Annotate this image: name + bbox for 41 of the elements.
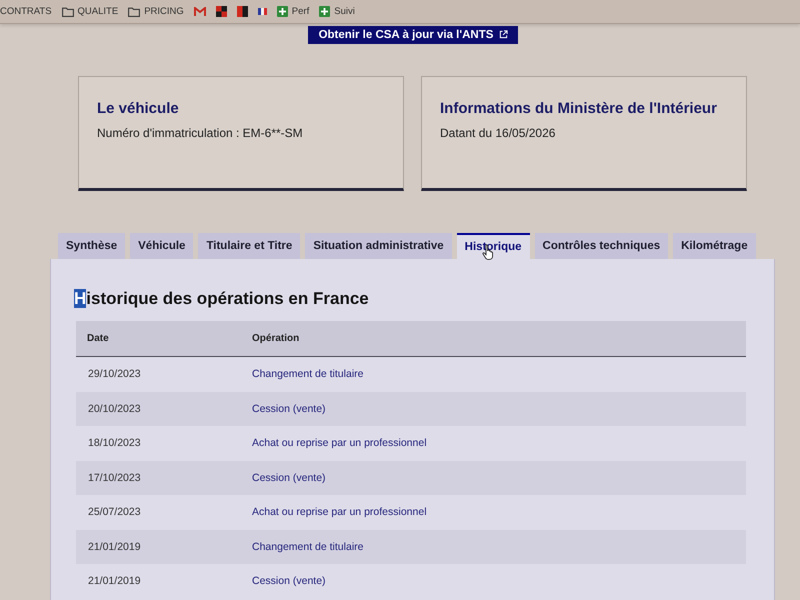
column-header: Opération <box>252 333 300 344</box>
tab[interactable]: Véhicule <box>130 233 194 259</box>
checker-icon[interactable] <box>216 6 227 17</box>
tab[interactable]: Titulaire et Titre <box>198 233 300 259</box>
bookmark-folder[interactable]: PRICING <box>128 6 184 17</box>
folder-icon <box>128 6 140 16</box>
bookmark-link[interactable]: Perf <box>276 6 310 17</box>
card-text: Datant du 16/05/2026 <box>440 125 556 141</box>
tab[interactable]: Synthèse <box>58 233 126 259</box>
two-tone-square-icon[interactable] <box>236 6 248 17</box>
date-cell-text: 25/07/2023 <box>87 506 142 518</box>
operation-cell-text: Cession (vente) <box>252 402 327 415</box>
bookmark-folder[interactable]: QUALITE <box>62 6 118 17</box>
card-text: Numéro d'immatriculation : EM-6**-SM <box>97 125 304 141</box>
operation-cell-text: Changement de titulaire <box>252 368 364 380</box>
m-icon[interactable] <box>194 7 206 16</box>
date-cell-text: 18/10/2023 <box>87 437 142 450</box>
bookmark-link[interactable]: Suivi <box>319 6 355 17</box>
csa-button[interactable]: Obtenir le CSA à jour via l'ANTS <box>308 26 518 44</box>
plus-icon <box>276 6 288 17</box>
card-title: Le véhicule <box>97 99 180 119</box>
card-title: Informations du Ministère de l'Intérieur <box>440 99 718 119</box>
operation-cell-text: Cession (vente) <box>252 472 327 484</box>
operation-cell-text: Achat ou reprise par un professionnel <box>252 437 428 450</box>
tab[interactable]: Kilométrage <box>673 233 756 259</box>
operation-cell-text: Cession (vente) <box>252 575 327 588</box>
date-cell-text: 17/10/2023 <box>87 472 142 484</box>
date-cell-text: 29/10/2023 <box>87 368 142 380</box>
operation-cell-text: Changement de titulaire <box>252 540 364 553</box>
date-cell-text: 20/10/2023 <box>87 402 142 415</box>
tab[interactable]: Contrôles techniques <box>534 233 668 259</box>
flag-icon[interactable] <box>258 8 267 15</box>
plus-icon <box>319 6 330 17</box>
section-heading: Historique des opérations en France <box>74 288 370 310</box>
bookmark-link[interactable]: CONTRATS <box>0 6 52 17</box>
tab[interactable]: Situation administrative <box>305 233 452 259</box>
folder-icon <box>62 6 74 16</box>
operation-cell-text: Achat ou reprise par un professionnel <box>252 506 428 518</box>
column-header: Date <box>86 333 110 344</box>
date-cell-text: 21/01/2019 <box>87 575 142 588</box>
date-cell-text: 21/01/2019 <box>87 540 142 553</box>
